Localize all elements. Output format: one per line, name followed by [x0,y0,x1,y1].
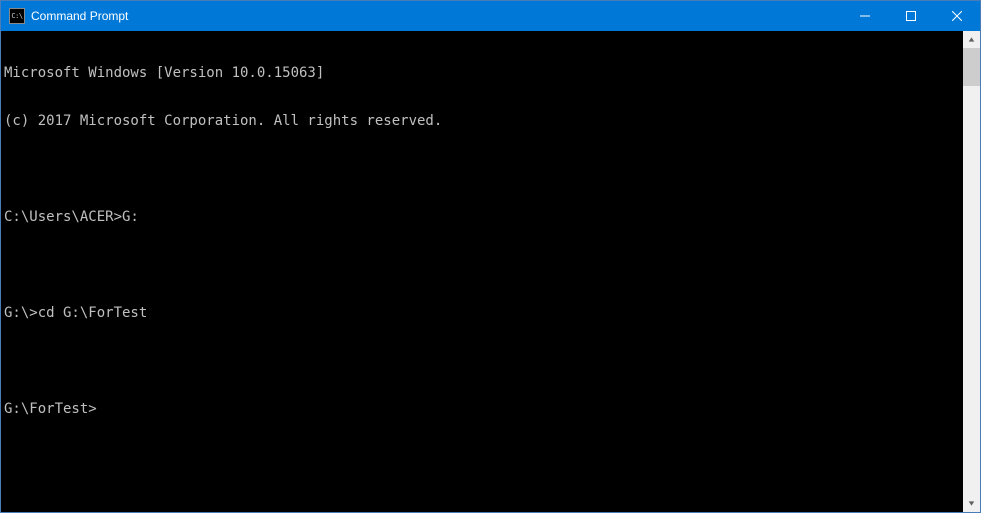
chevron-down-icon [968,500,975,507]
terminal-line: G:\>cd G:\ForTest [4,305,963,321]
app-icon-label: C:\ [11,12,22,20]
terminal-line [4,353,963,369]
scroll-down-button[interactable] [963,495,980,512]
app-icon: C:\ [9,8,25,24]
content-area: Microsoft Windows [Version 10.0.15063] (… [1,31,980,512]
terminal-line: (c) 2017 Microsoft Corporation. All righ… [4,113,963,129]
scroll-track[interactable] [963,48,980,495]
close-button[interactable] [934,1,980,31]
maximize-button[interactable] [888,1,934,31]
vertical-scrollbar[interactable] [963,31,980,512]
command-prompt-window: C:\ Command Prompt Microsoft Windows [Ve… [0,0,981,513]
scroll-up-button[interactable] [963,31,980,48]
window-title: Command Prompt [31,9,842,23]
minimize-icon [860,11,870,21]
terminal-output[interactable]: Microsoft Windows [Version 10.0.15063] (… [1,31,963,512]
maximize-icon [906,11,916,21]
minimize-button[interactable] [842,1,888,31]
terminal-line [4,257,963,273]
scroll-thumb[interactable] [963,48,980,86]
close-icon [952,11,962,21]
terminal-line: G:\ForTest> [4,401,963,417]
terminal-line: Microsoft Windows [Version 10.0.15063] [4,65,963,81]
terminal-line [4,161,963,177]
titlebar[interactable]: C:\ Command Prompt [1,1,980,31]
terminal-line: C:\Users\ACER>G: [4,209,963,225]
window-controls [842,1,980,31]
chevron-up-icon [968,36,975,43]
